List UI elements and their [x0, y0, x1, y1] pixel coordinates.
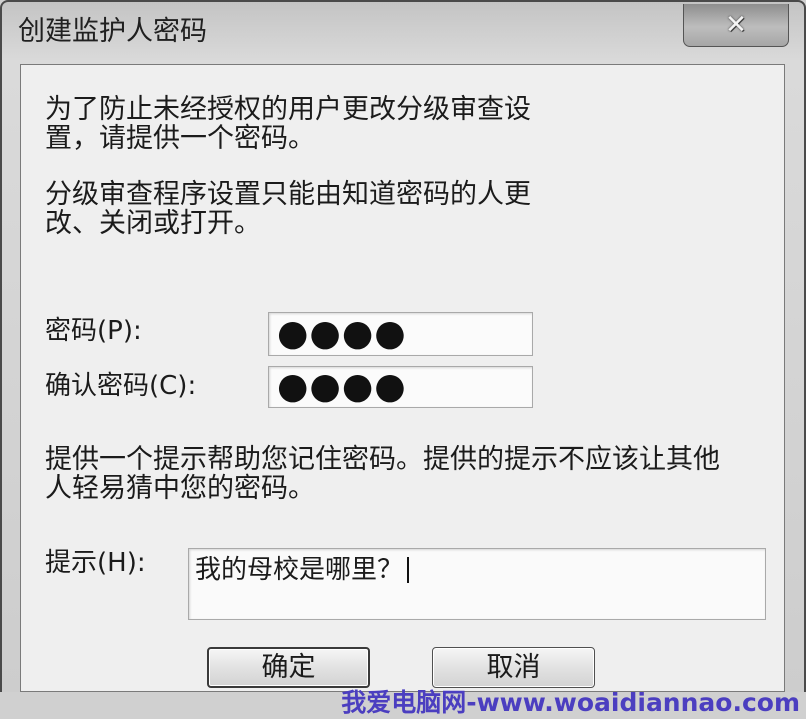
- hint-label: 提示(H):: [45, 548, 146, 578]
- cancel-button[interactable]: 取消: [432, 647, 595, 688]
- intro-line: 置，请提供一个密码。: [45, 123, 315, 154]
- dialog-window: 创建监护人密码 ✕ 为了防止未经授权的用户更改分级审查设 置，请提供一个密码。 …: [0, 0, 806, 692]
- confirm-password-label: 确认密码(C):: [45, 371, 197, 401]
- intro-text: 为了防止未经授权的用户更改分级审查设 置，请提供一个密码。: [45, 95, 531, 153]
- title-bar[interactable]: 创建监护人密码 ✕: [2, 2, 804, 64]
- password-label: 密码(P):: [45, 316, 142, 346]
- hint-note-line: 提供一个提示帮助您记住密码。提供的提示不应该让其他: [45, 444, 720, 475]
- hint-note-line: 人轻易猜中您的密码。: [45, 473, 315, 504]
- text-caret: [407, 557, 410, 583]
- password-input[interactable]: ●●●●: [268, 312, 533, 356]
- hint-value: 我的母校是哪里？: [195, 555, 404, 585]
- confirm-password-masked-value: ●●●●: [277, 366, 407, 407]
- ok-button[interactable]: 确定: [207, 647, 370, 688]
- confirm-password-input[interactable]: ●●●●: [268, 366, 533, 408]
- intro-line: 为了防止未经授权的用户更改分级审查设: [45, 94, 531, 125]
- close-button[interactable]: ✕: [683, 4, 789, 47]
- close-icon: ✕: [725, 10, 747, 40]
- info-line: 改、关闭或打开。: [45, 208, 261, 239]
- hint-input[interactable]: 我的母校是哪里？: [188, 548, 766, 620]
- password-masked-value: ●●●●: [277, 313, 407, 354]
- window-title: 创建监护人密码: [18, 16, 207, 47]
- info-line: 分级审查程序设置只能由知道密码的人更: [45, 179, 531, 210]
- watermark: 我爱电脑网-www.woaidiannao.com: [341, 688, 800, 717]
- dialog-content: 为了防止未经授权的用户更改分级审查设 置，请提供一个密码。 分级审查程序设置只能…: [20, 64, 785, 692]
- hint-note-text: 提供一个提示帮助您记住密码。提供的提示不应该让其他 人轻易猜中您的密码。: [45, 445, 720, 503]
- info-text: 分级审查程序设置只能由知道密码的人更 改、关闭或打开。: [45, 180, 531, 238]
